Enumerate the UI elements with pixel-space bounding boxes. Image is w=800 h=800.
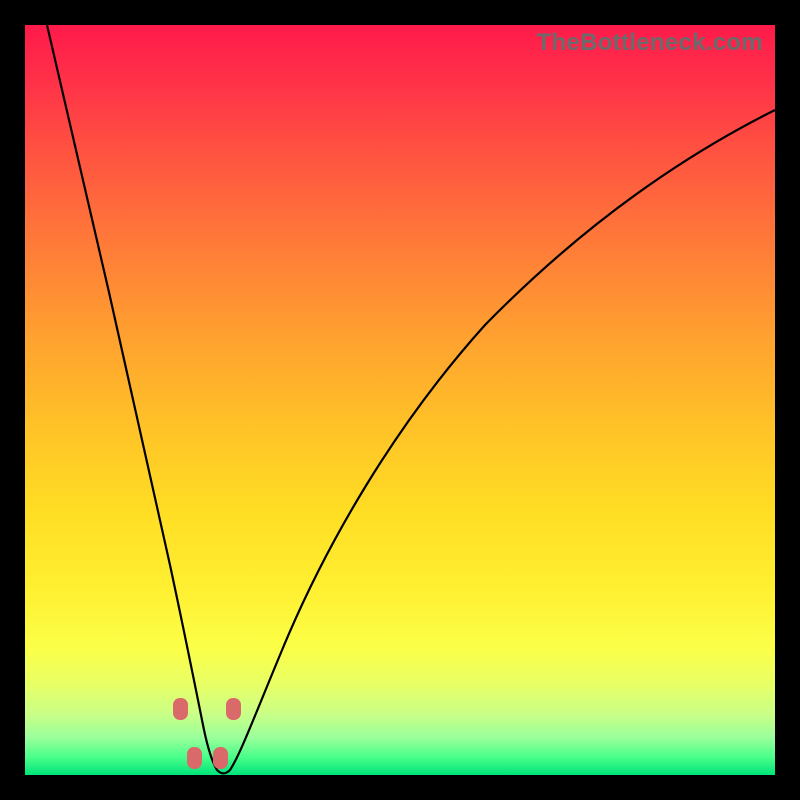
chart-svg xyxy=(25,25,775,775)
bottleneck-curve-path xyxy=(47,25,775,773)
chart-plot-area: TheBottleneck.com xyxy=(25,25,775,775)
curve-marker xyxy=(173,698,188,720)
marker-group xyxy=(173,698,241,769)
curve-marker xyxy=(213,747,228,769)
curve-marker xyxy=(187,747,202,769)
curve-marker xyxy=(226,698,241,720)
